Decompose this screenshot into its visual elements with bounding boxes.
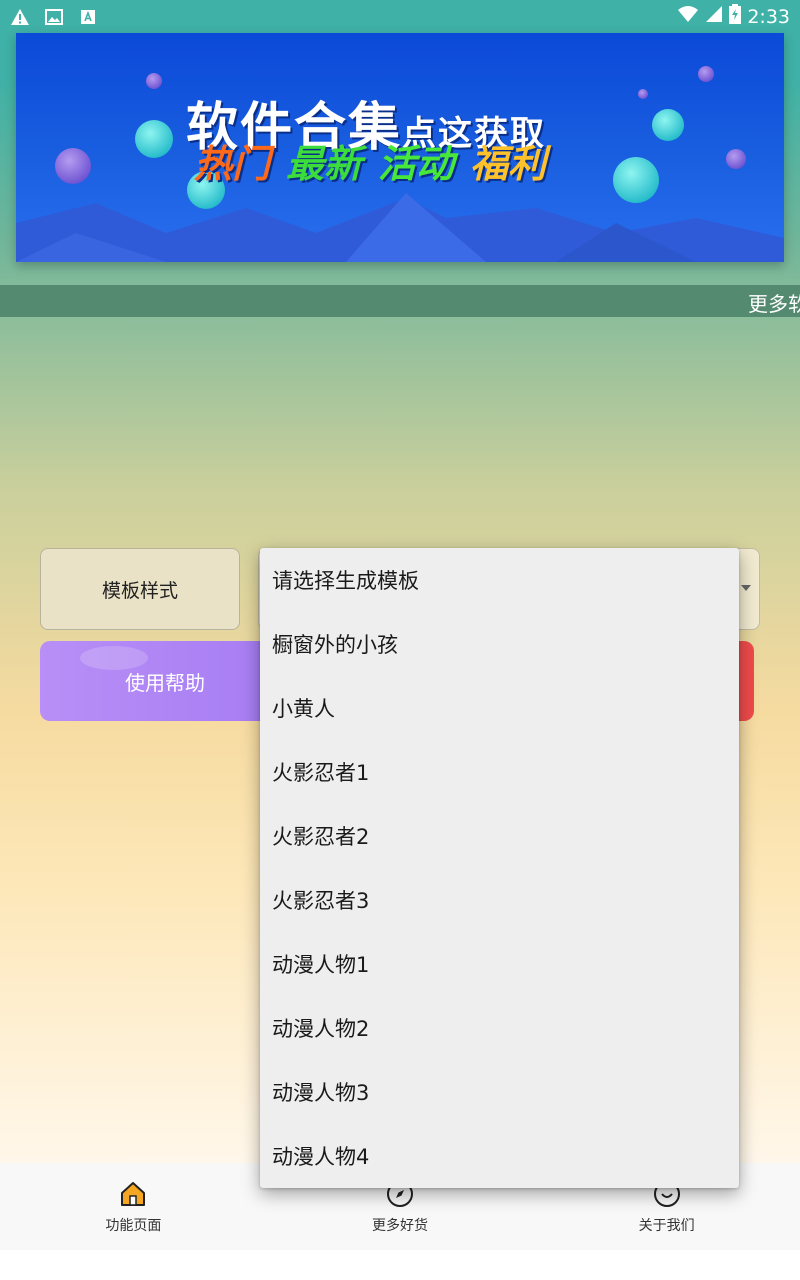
battery-icon xyxy=(729,4,742,29)
banner-tag: 活动 xyxy=(378,142,455,186)
dropdown-option[interactable]: 请选择生成模板 xyxy=(260,548,739,612)
signal-icon xyxy=(705,5,723,28)
banner-tag: 最新 xyxy=(286,142,363,186)
nav-label: 关于我们 xyxy=(638,1217,695,1234)
dropdown-option[interactable]: 火影忍者2 xyxy=(260,804,739,868)
image-icon xyxy=(44,8,64,26)
help-button[interactable]: 使用帮助 xyxy=(40,641,280,721)
dropdown-option[interactable]: 橱窗外的小孩 xyxy=(260,612,739,676)
status-bar: 2:33 xyxy=(0,0,800,33)
wifi-icon xyxy=(677,5,699,28)
nav-label: 更多好货 xyxy=(372,1217,428,1234)
nav-label: 功能页面 xyxy=(105,1217,162,1234)
template-style-text: 模板样式 xyxy=(101,579,178,602)
nav-item-features[interactable]: 功能页面 xyxy=(0,1163,267,1250)
dropdown-option[interactable]: 动漫人物1 xyxy=(260,932,739,996)
promo-banner[interactable]: 软件合集点这获取 热门 最新 活动 福利 xyxy=(16,33,784,262)
banner-tag: 福利 xyxy=(470,142,547,186)
banner-tags: 热门 最新 活动 福利 xyxy=(194,133,546,188)
a-icon xyxy=(78,8,98,26)
dropdown-option[interactable]: 火影忍者1 xyxy=(260,740,739,804)
dropdown-option[interactable]: 小黄人 xyxy=(260,676,739,740)
dropdown-option[interactable]: 动漫人物2 xyxy=(260,996,739,1060)
dropdown-option[interactable]: 动漫人物3 xyxy=(260,1060,739,1124)
system-nav-area xyxy=(0,1250,800,1280)
template-dropdown-menu: 请选择生成模板 橱窗外的小孩 小黄人 火影忍者1 火影忍者2 火影忍者3 动漫人… xyxy=(260,548,739,1188)
dropdown-option[interactable]: 动漫人物4 xyxy=(260,1124,739,1188)
banner-tag: 热门 xyxy=(194,142,271,186)
template-style-label: 模板样式 xyxy=(40,548,240,630)
marquee-bar[interactable]: 更多软 xyxy=(0,285,800,317)
clock: 2:33 xyxy=(747,5,790,28)
warning-icon xyxy=(10,8,30,26)
home-icon xyxy=(118,1179,148,1209)
dropdown-arrow-icon[interactable] xyxy=(741,585,751,591)
dropdown-option[interactable]: 火影忍者3 xyxy=(260,868,739,932)
marquee-text: 更多软 xyxy=(748,292,800,316)
help-button-label: 使用帮助 xyxy=(125,670,205,695)
